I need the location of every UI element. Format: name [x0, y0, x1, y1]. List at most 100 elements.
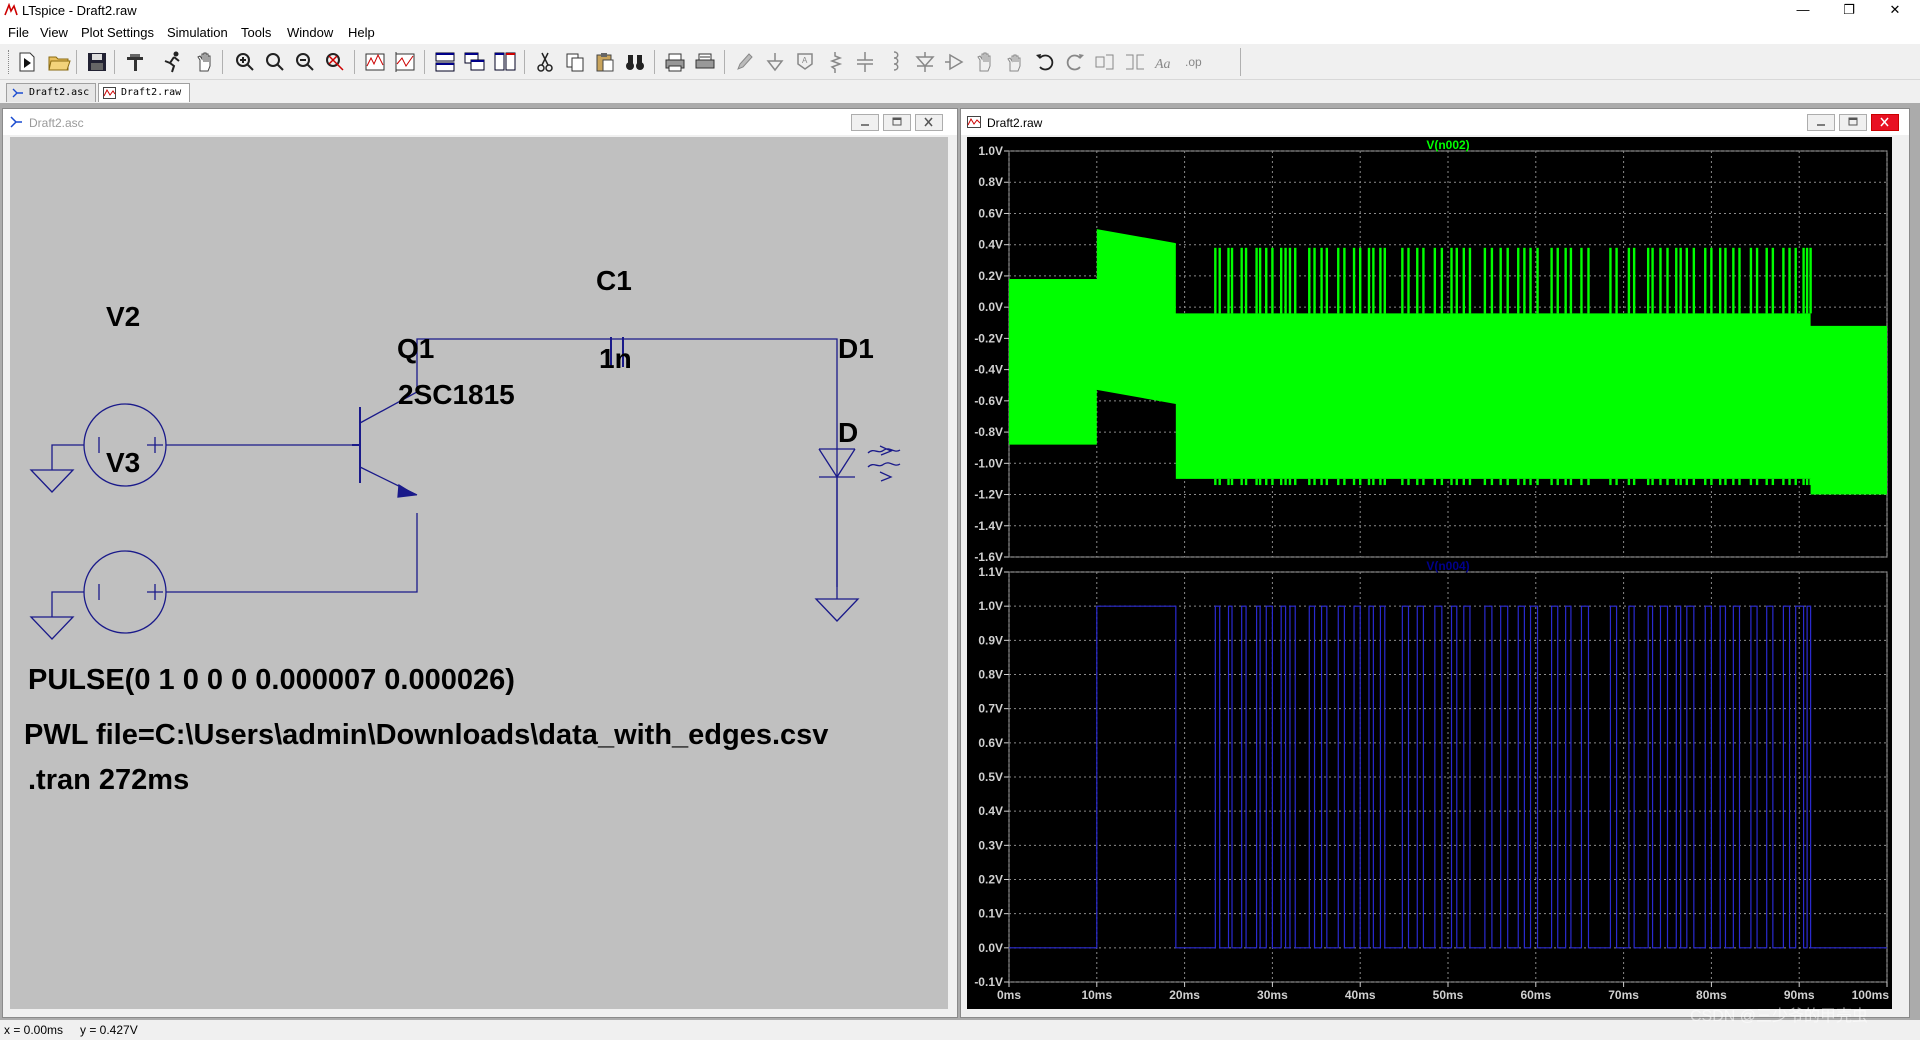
menu-plot-settings[interactable]: Plot Settings: [81, 25, 154, 40]
schematic-window-titlebar[interactable]: Draft2.asc: [3, 109, 957, 135]
minimize-button[interactable]: —: [1780, 0, 1826, 22]
d1-model-label[interactable]: D: [838, 417, 858, 449]
v-n002-spike-up: [1732, 247, 1735, 314]
cut-scissors-icon[interactable]: [532, 49, 558, 75]
cascade-windows-icon[interactable]: [462, 49, 488, 75]
close-button[interactable]: ✕: [1872, 0, 1918, 22]
v3-label[interactable]: V3: [106, 447, 140, 479]
tile-vertical-icon[interactable]: [492, 49, 518, 75]
v-n002-spike-down: [1244, 478, 1248, 486]
find-binoculars-icon[interactable]: [622, 49, 648, 75]
print-setup-icon[interactable]: [692, 49, 718, 75]
draw-wire-pencil-icon[interactable]: [732, 49, 758, 75]
menu-simulation[interactable]: Simulation: [167, 25, 228, 40]
inductor-icon[interactable]: [882, 49, 908, 75]
component-icon[interactable]: [942, 49, 968, 75]
v-n002-spike-up: [1646, 247, 1650, 314]
resistor-icon[interactable]: [822, 49, 848, 75]
mirror-icon[interactable]: [1122, 49, 1148, 75]
new-schematic-icon[interactable]: [14, 49, 40, 75]
drag-hand-icon[interactable]: [1002, 49, 1028, 75]
paste-icon[interactable]: [592, 49, 618, 75]
child-close-button[interactable]: [915, 114, 943, 131]
save-icon[interactable]: [84, 49, 110, 75]
window-title: LTspice - Draft2.raw: [22, 3, 137, 18]
copy-icon[interactable]: [562, 49, 588, 75]
v-n002-spike-down: [1710, 478, 1713, 486]
v-n002-spike-down: [1294, 478, 1297, 486]
tile-horizontal-icon[interactable]: [432, 49, 458, 75]
menu-window[interactable]: Window: [287, 25, 333, 40]
v-n002-spike-down: [1802, 478, 1805, 486]
v2-label[interactable]: V2: [106, 301, 140, 333]
pulse-directive[interactable]: PULSE(0 1 0 0 0 0.000007 0.000026): [28, 664, 515, 697]
zoom-out-icon[interactable]: [292, 49, 318, 75]
v-n002-spike-up: [1422, 247, 1425, 314]
tab-draft2-asc[interactable]: Draft2.asc: [6, 83, 96, 102]
v-n002-spike-up: [1265, 247, 1268, 314]
v-n002-spike-up: [1227, 247, 1230, 314]
v-n002-spike-up: [1294, 247, 1297, 314]
v-n002-spike-up: [1506, 247, 1509, 314]
halt-hand-icon[interactable]: [192, 49, 218, 75]
q1-model-label[interactable]: 2SC1815: [398, 379, 515, 411]
redo-icon[interactable]: [1062, 49, 1088, 75]
child-restore-button[interactable]: [883, 114, 911, 131]
pan-icon[interactable]: [262, 49, 288, 75]
ground-icon[interactable]: [762, 49, 788, 75]
move-hand-icon[interactable]: [972, 49, 998, 75]
text-aa-icon[interactable]: Aa: [1152, 49, 1178, 75]
tab-draft2-raw[interactable]: Draft2.raw: [98, 83, 190, 102]
v-n002-spike-down: [1337, 478, 1340, 486]
zoom-in-icon[interactable]: [232, 49, 258, 75]
trace-title: V(n002): [1426, 138, 1469, 152]
restore-button[interactable]: ❐: [1826, 0, 1872, 22]
v-n002-spike-up: [1738, 247, 1741, 314]
waveform-window-titlebar[interactable]: Draft2.raw: [961, 109, 1909, 135]
rotate-icon[interactable]: [1092, 49, 1118, 75]
v-n002-spike-up: [1218, 247, 1221, 314]
q1-label[interactable]: Q1: [397, 333, 434, 365]
menu-file[interactable]: File: [8, 25, 29, 40]
child-restore-button[interactable]: [1839, 114, 1867, 131]
child-minimize-button[interactable]: [1807, 114, 1835, 131]
v-n002-spike-down: [1659, 478, 1662, 486]
plot-area[interactable]: 1.0V 0.8V 0.6V 0.4V 0.2V 0.0V -0.2V -0.4V -0.6V -…: [967, 137, 1892, 1009]
manual-limits-icon[interactable]: [392, 49, 418, 75]
toolbar-grip[interactable]: [8, 50, 10, 74]
open-folder-icon[interactable]: [46, 49, 72, 75]
diode-icon[interactable]: [912, 49, 938, 75]
run-simulation-icon[interactable]: [160, 49, 186, 75]
c1-value-label[interactable]: 1n: [599, 343, 632, 375]
label-net-icon[interactable]: A: [792, 49, 818, 75]
v-n002-spike-up: [1788, 247, 1791, 314]
v-n002-spike-down: [1455, 478, 1458, 486]
control-panel-hammer-icon[interactable]: [122, 49, 148, 75]
tran-directive[interactable]: .tran 272ms: [28, 764, 189, 797]
v-n002-spike-up: [1805, 247, 1809, 314]
v-n002-spike-down: [1218, 478, 1221, 486]
v-n002-spike-down: [1320, 478, 1323, 486]
child-close-button[interactable]: [1871, 114, 1899, 131]
v-n002-spike-down: [1422, 478, 1425, 486]
v-n002-spike-up: [1379, 247, 1382, 314]
pwl-directive[interactable]: PWL file=C:\Users\admin\Downloads\data_w…: [24, 719, 828, 752]
y-tick-label: 0.8V: [978, 668, 1003, 682]
menu-help[interactable]: Help: [348, 25, 375, 40]
menu-tools[interactable]: Tools: [241, 25, 271, 40]
zoom-full-icon[interactable]: [322, 49, 348, 75]
v-n002-spike-down: [1569, 478, 1573, 486]
c1-label[interactable]: C1: [596, 265, 632, 297]
capacitor-icon[interactable]: [852, 49, 878, 75]
print-icon[interactable]: [662, 49, 688, 75]
ltspice-app: LTspice - Draft2.raw — ❐ ✕ File View Plo…: [0, 0, 1920, 1040]
spice-directive-icon[interactable]: .op: [1182, 49, 1208, 75]
undo-icon[interactable]: [1032, 49, 1058, 75]
v-n002-spike-up: [1308, 247, 1311, 314]
child-minimize-button[interactable]: [851, 114, 879, 131]
v-n002-spike-down: [1255, 478, 1258, 486]
autorange-icon[interactable]: [362, 49, 388, 75]
schematic-canvas[interactable]: V2 V3 Q1 2SC1815 C1 1n D1 D PULSE(0 1 0 …: [10, 137, 948, 1009]
menu-view[interactable]: View: [40, 25, 68, 40]
d1-label[interactable]: D1: [838, 333, 874, 365]
